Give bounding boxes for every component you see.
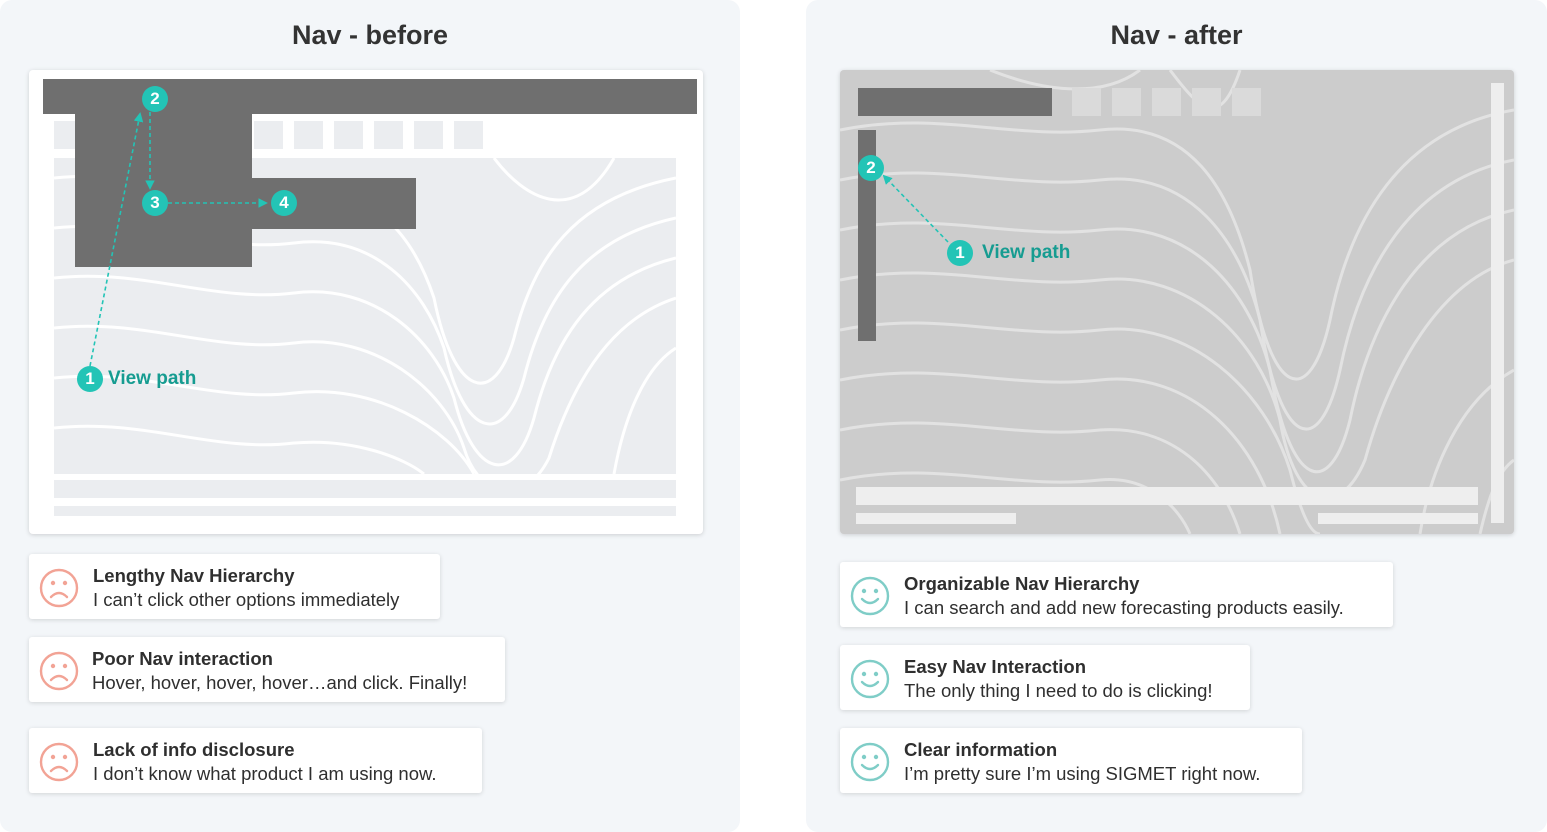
before-step-2-badge: 2 [142,86,168,112]
happy-face-icon [850,659,890,699]
before-card-2-desc: Hover, hover, hover, hover…and click. Fi… [92,672,468,693]
before-step-4-badge: 4 [271,190,297,216]
after-card-2-desc: The only thing I need to do is clicking! [904,680,1213,701]
happy-face-icon [850,742,890,782]
before-panel: Nav - before 2 3 4 1 View path Lengthy N… [0,0,740,832]
after-card-3-title: Clear information [904,739,1058,760]
before-path-arrows [89,112,268,367]
before-step-1-badge: 1 [77,366,103,392]
after-card-1: Organizable Nav Hierarchy I can search a… [840,562,1393,627]
after-card-2: Easy Nav Interaction The only thing I ne… [840,645,1250,710]
before-view-path-label: View path [108,368,197,389]
before-card-1-title: Lengthy Nav Hierarchy [93,565,295,586]
sad-face-icon [39,651,79,691]
after-card-1-desc: I can search and add new forecasting pro… [904,597,1344,618]
sad-face-icon [39,568,79,608]
before-card-2: Poor Nav interaction Hover, hover, hover… [29,637,505,702]
before-card-1-desc: I can’t click other options immediately [93,589,400,610]
after-view-path-label: View path [982,242,1071,263]
after-card-1-title: Organizable Nav Hierarchy [904,573,1140,594]
after-panel: Nav - after 2 1 View path Organizable Na… [806,0,1547,832]
before-card-3-title: Lack of info disclosure [93,739,295,760]
before-card-3-desc: I don’t know what product I am using now… [93,763,437,784]
after-card-2-title: Easy Nav Interaction [904,656,1086,677]
happy-face-icon [850,576,890,616]
after-card-3: Clear information I’m pretty sure I’m us… [840,728,1302,793]
sad-face-icon [39,742,79,782]
after-step-1-badge: 1 [947,240,973,266]
before-card-2-title: Poor Nav interaction [92,648,273,669]
before-step-3-badge: 3 [142,190,168,216]
after-card-3-desc: I’m pretty sure I’m using SIGMET right n… [904,763,1261,784]
after-step-2-badge: 2 [858,155,884,181]
before-card-1: Lengthy Nav Hierarchy I can’t click othe… [29,554,440,619]
before-card-3: Lack of info disclosure I don’t know wha… [29,728,482,793]
